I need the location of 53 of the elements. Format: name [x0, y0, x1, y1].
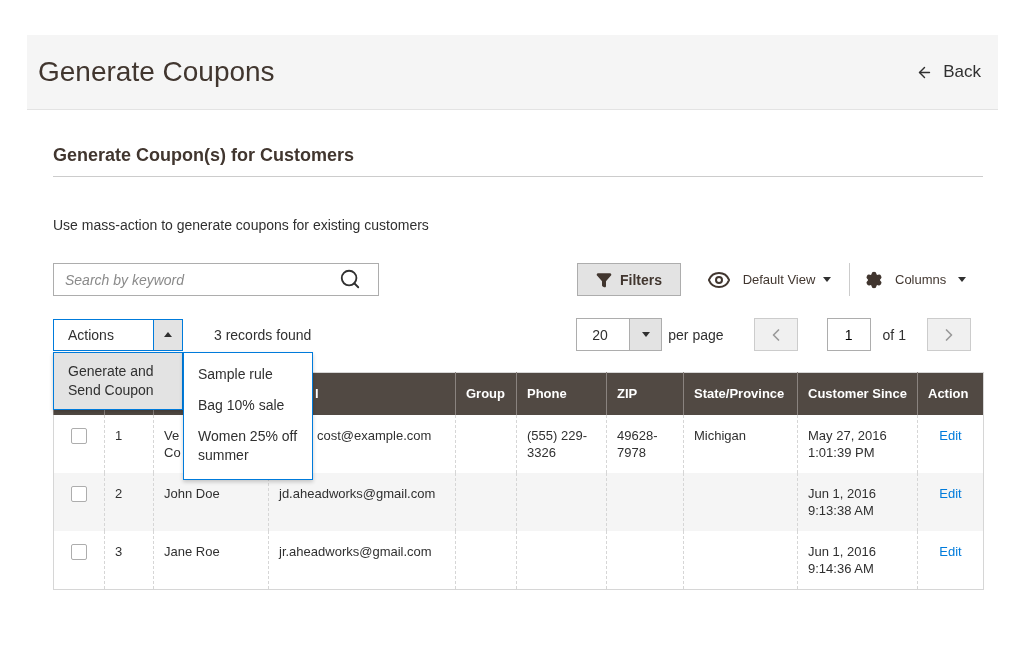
actions-dropdown[interactable]: Actions [53, 318, 183, 351]
search-icon[interactable] [339, 268, 361, 290]
search-field[interactable]: Search by keyword [53, 263, 379, 296]
row-checkbox[interactable] [71, 427, 87, 444]
page-title: Generate Coupons [38, 56, 275, 88]
table-cell: May 27, 2016 1:01:39 PM [808, 427, 887, 460]
table-cell: Jun 1, 2016 9:13:38 AM [808, 485, 876, 518]
table-cell: (555) 229-3326 [527, 427, 587, 460]
page-number-field[interactable]: 1 [826, 318, 871, 351]
per-page-select[interactable]: 20 [576, 318, 663, 351]
table-cell: 2 [115, 485, 123, 501]
funnel-icon [596, 271, 612, 288]
table-cell: 3 [115, 543, 123, 559]
row-checkbox[interactable] [71, 485, 87, 502]
section-title: Generate Coupon(s) for Customers [53, 145, 983, 177]
caret-icon [957, 277, 966, 282]
dropdown-toggle[interactable] [629, 319, 662, 350]
edit-link[interactable]: Edit [928, 542, 973, 560]
table-cell: jr.aheadworks@gmail.com [279, 543, 432, 559]
previous-page-button[interactable] [753, 318, 798, 351]
caret-icon [641, 332, 650, 337]
per-page-label: per page [668, 326, 724, 343]
table-cell: Jun 1, 2016 9:14:36 AM [808, 543, 876, 576]
columns-dropdown[interactable]: Columns [865, 270, 966, 289]
submenu-item[interactable]: Sample rule [184, 359, 312, 390]
table-cell: Michigan [694, 427, 747, 443]
back-button[interactable]: Back [916, 62, 981, 82]
submenu-item[interactable]: Bag 10% sale [184, 390, 312, 421]
column-header[interactable]: Phone [527, 386, 567, 402]
table-cell: Jane Roe [164, 543, 220, 559]
section-description: Use mass-action to generate coupons for existing customers [53, 217, 430, 233]
submenu-item[interactable]: Women 25% off summer [184, 421, 312, 471]
caret-icon [164, 332, 172, 337]
table-cell: 1 [115, 427, 123, 443]
page-count: of 1 [882, 326, 906, 343]
next-page-button[interactable] [926, 318, 971, 351]
gear-icon [865, 270, 884, 289]
menu-item[interactable]: Generate and Send Coupon [53, 352, 183, 410]
edit-link[interactable]: Edit [928, 426, 973, 444]
table-cell: cost@example.com [317, 426, 432, 444]
edit-link[interactable]: Edit [928, 484, 973, 502]
filters-button[interactable]: Filters [577, 263, 681, 296]
dropdown-toggle[interactable] [153, 319, 182, 350]
view-dropdown[interactable]: Default View [707, 267, 832, 292]
column-header[interactable]: ZIP [617, 386, 638, 402]
records-count: 3 records found [214, 326, 312, 343]
table-cell: Ve Co [164, 427, 181, 460]
row-checkbox[interactable] [71, 543, 87, 560]
table-cell: John Doe [164, 485, 220, 501]
column-header[interactable]: l [315, 386, 319, 402]
caret-icon [823, 277, 832, 282]
table-cell: 49628-7978 [617, 427, 658, 460]
table-cell: jd.aheadworks@gmail.com [279, 485, 436, 501]
